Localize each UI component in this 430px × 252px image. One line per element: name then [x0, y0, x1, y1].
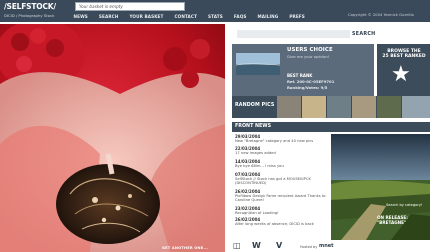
random-pics-label: RANDOM PICS: [235, 103, 275, 108]
users-choice-thumbnail-art: [236, 53, 280, 75]
nav-news[interactable]: NEWS: [68, 12, 93, 21]
star-icon: ★: [391, 62, 411, 87]
news-text: New "Bretagne" category and 40 new pics: [235, 139, 314, 143]
news-item[interactable]: 23/02/2004 Recognition of Loading!: [235, 206, 327, 215]
feature-search-note[interactable]: Search by category!: [386, 203, 426, 207]
news-item[interactable]: 14/03/2004 Bye bye 68lm... I miss you: [235, 159, 327, 168]
footer-v-icon[interactable]: V: [276, 241, 282, 251]
footer-book-icon[interactable]: ◫: [233, 241, 241, 251]
hosted-by-label: Hosted by: [300, 245, 318, 249]
release-title: "BRETAGNE": [377, 220, 407, 225]
nav-faqs[interactable]: FAQS: [228, 12, 252, 21]
news-text: SelfStock // Stock has got a MOUSEKIPCK …: [235, 177, 311, 186]
users-choice-subtitle[interactable]: Give me your opinion!: [287, 54, 329, 59]
news-item[interactable]: 26/02/2004 After long weeks of absence, …: [235, 217, 327, 226]
news-item[interactable]: 29/03/2004 New "Bretagne" category and 4…: [235, 134, 327, 143]
news-item[interactable]: 22/03/2004 17 new images added: [235, 146, 327, 155]
random-pic-thumb[interactable]: [302, 96, 326, 118]
nav-your-basket[interactable]: YOUR BASKET: [124, 12, 169, 21]
search-button[interactable]: SEARCH: [352, 30, 375, 38]
nav-prefs[interactable]: PREFS: [284, 12, 311, 21]
site-logo[interactable]: /SELFSTOCK/: [4, 2, 56, 11]
news-item[interactable]: 26/02/2004 Pixfilbow Design Fame recipie…: [235, 189, 327, 202]
hero-caption-link[interactable]: GET ANOTHER ONE...: [162, 246, 208, 250]
news-text: After long weeks of absence, DICID is ba…: [235, 222, 314, 226]
feature-release-label[interactable]: ON RELEASE: "BRETAGNE": [377, 215, 408, 225]
users-choice-title: USERS CHOICE: [287, 47, 333, 53]
news-text: Bye bye 68lm... I miss you: [235, 164, 284, 168]
users-choice-ref: Ref. 200-0C-05EF9701: [287, 79, 335, 84]
main-nav: NEWS SEARCH YOUR BASKET CONTACT STATS FA…: [68, 12, 310, 21]
hero-photo-art: [0, 24, 225, 252]
site-tagline: DICID / Photography Stock: [4, 13, 55, 18]
news-text: Recognition of Loading!: [235, 211, 279, 215]
users-choice-thumbnail[interactable]: [236, 53, 280, 75]
front-news-title: FRONT NEWS: [235, 124, 272, 129]
browse-best-label[interactable]: BROWSE THE 25 BEST RANKED: [379, 49, 429, 60]
browse-best-line2: 25 BEST RANKED: [382, 54, 426, 60]
hosted-by-logo[interactable]: mnet: [319, 243, 334, 249]
nav-stats[interactable]: STATS: [203, 12, 229, 21]
news-text: Pixfilbow Design Fame recipient Award Th…: [235, 194, 326, 203]
copyright-text: Copyright © 2004 Yannick Guerilla: [348, 12, 414, 17]
users-choice-votes: Ranking/Votes: 9/5: [287, 85, 328, 90]
nav-mailing[interactable]: MAILING: [252, 12, 284, 21]
random-pic-thumb[interactable]: [327, 96, 351, 118]
users-choice-rank: BEST RANK: [287, 73, 313, 78]
news-list: 29/03/2004 New "Bretagne" category and 4…: [232, 134, 328, 236]
random-pic-thumb[interactable]: [377, 96, 401, 118]
hero-photo[interactable]: [0, 24, 225, 252]
nav-contact[interactable]: CONTACT: [169, 12, 203, 21]
random-pic-thumb[interactable]: [277, 96, 301, 118]
random-pic-thumb[interactable]: [352, 96, 376, 118]
footer-w3c-icon[interactable]: W: [252, 241, 261, 251]
news-text: 17 new images added: [235, 151, 276, 155]
random-pic-thumb[interactable]: [402, 96, 430, 118]
nav-search[interactable]: SEARCH: [93, 12, 124, 21]
news-item[interactable]: 07/03/2004 SelfStock // Stock has got a …: [235, 172, 327, 185]
basket-status: Your basket is empty: [75, 2, 185, 11]
search-input[interactable]: [237, 30, 350, 38]
